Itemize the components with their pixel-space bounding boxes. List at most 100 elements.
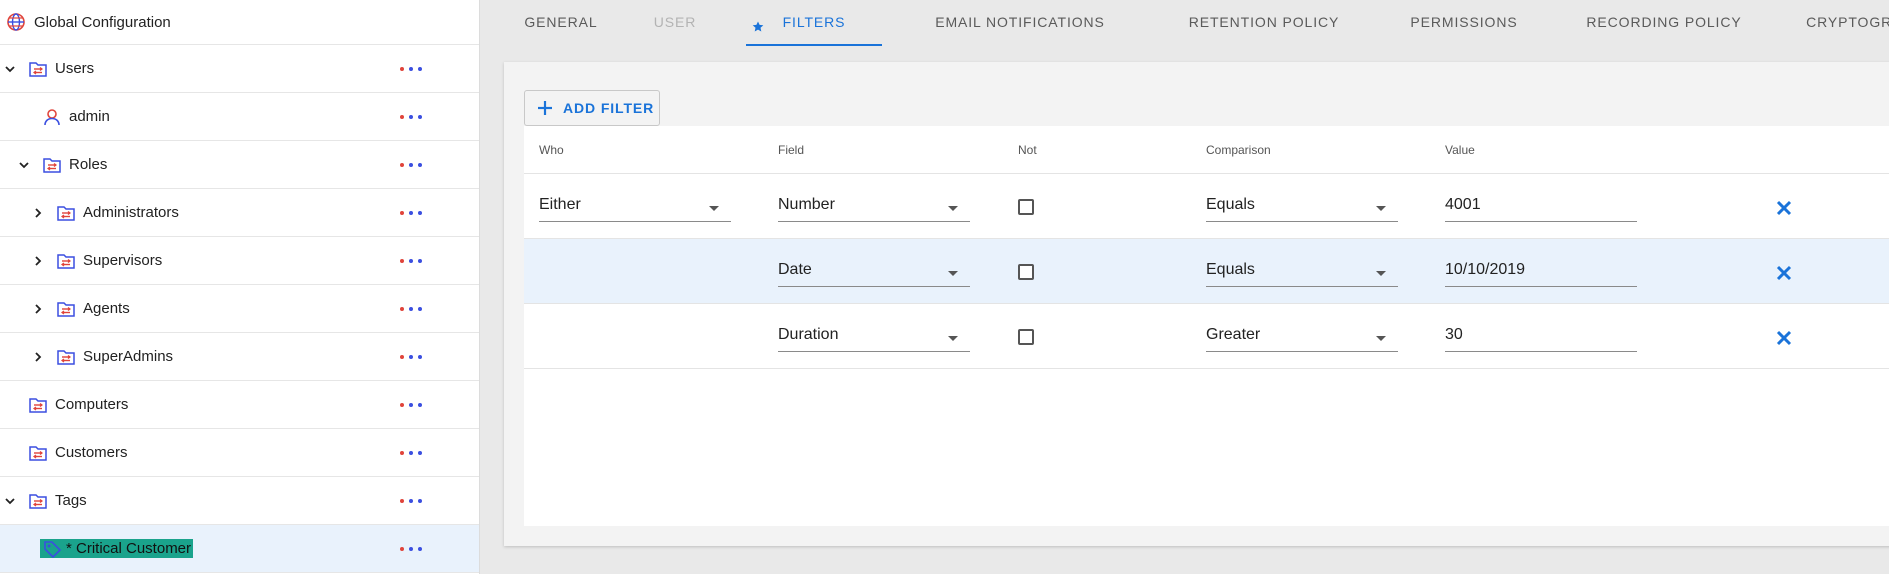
dropdown-caret-icon bbox=[1376, 336, 1386, 341]
not-checkbox[interactable] bbox=[1018, 329, 1034, 345]
more-options-icon[interactable] bbox=[400, 256, 422, 266]
filter-row: Either Number Equals 4001 bbox=[524, 174, 1889, 239]
chevron-right-icon[interactable] bbox=[31, 206, 45, 220]
chevron-down-icon[interactable] bbox=[3, 494, 17, 508]
select-value: Number bbox=[778, 196, 835, 213]
chevron-down-icon[interactable] bbox=[17, 158, 31, 172]
tree-node-label: admin bbox=[69, 108, 110, 125]
tab-filters[interactable]: FILTERS bbox=[746, 0, 882, 46]
select-value: Date bbox=[778, 261, 812, 278]
tab-general[interactable]: GENERAL bbox=[506, 0, 616, 46]
delete-filter-icon[interactable] bbox=[1776, 200, 1792, 216]
star-icon bbox=[752, 6, 764, 32]
chevron-right-icon[interactable] bbox=[31, 350, 45, 364]
dropdown-caret-icon bbox=[948, 336, 958, 341]
more-options-icon[interactable] bbox=[400, 496, 422, 506]
column-not: Not bbox=[1018, 143, 1037, 157]
tree-node[interactable]: SuperAdmins bbox=[0, 333, 479, 381]
field-select[interactable]: Duration bbox=[778, 322, 970, 352]
tree-node[interactable]: Users bbox=[0, 45, 479, 93]
add-filter-label: ADD FILTER bbox=[563, 100, 655, 116]
tree-node[interactable]: * Critical Customer bbox=[0, 525, 479, 573]
tab-retention-policy[interactable]: RETENTION POLICY bbox=[1158, 0, 1370, 46]
more-options-icon[interactable] bbox=[400, 64, 422, 74]
tab-recording-policy[interactable]: RECORDING POLICY bbox=[1554, 0, 1774, 46]
value-input[interactable]: 4001 bbox=[1445, 192, 1637, 222]
not-checkbox[interactable] bbox=[1018, 199, 1034, 215]
not-checkbox[interactable] bbox=[1018, 264, 1034, 280]
select-value: Equals bbox=[1206, 196, 1255, 213]
chevron-down-icon[interactable] bbox=[3, 62, 17, 76]
folder-icon bbox=[56, 203, 76, 223]
dropdown-caret-icon bbox=[1376, 271, 1386, 276]
tab-label: PERMISSIONS bbox=[1410, 14, 1518, 30]
tree-root-label: Global Configuration bbox=[34, 13, 171, 31]
select-value: Greater bbox=[1206, 326, 1261, 343]
comparison-select[interactable]: Equals bbox=[1206, 257, 1398, 287]
config-tree: Global Configuration Users admin Roles Admi… bbox=[0, 0, 480, 574]
user-icon bbox=[42, 107, 62, 127]
tab-user[interactable]: USER bbox=[620, 0, 730, 46]
tree-node[interactable]: Roles bbox=[0, 141, 479, 189]
tree-node-label: Computers bbox=[55, 396, 129, 413]
tree-node[interactable]: Customers bbox=[0, 429, 479, 477]
tree-node-label: Supervisors bbox=[83, 252, 163, 269]
dropdown-caret-icon bbox=[709, 206, 719, 211]
tree-node[interactable]: Computers bbox=[0, 381, 479, 429]
who-select[interactable]: Either bbox=[539, 192, 731, 222]
more-options-icon[interactable] bbox=[400, 208, 422, 218]
more-options-icon[interactable] bbox=[400, 544, 422, 554]
comparison-select[interactable]: Equals bbox=[1206, 192, 1398, 222]
folder-icon bbox=[56, 251, 76, 271]
folder-icon bbox=[28, 443, 48, 463]
tab-label: FILTERS bbox=[782, 14, 846, 30]
value-input[interactable]: 30 bbox=[1445, 322, 1637, 352]
more-options-icon[interactable] bbox=[400, 448, 422, 458]
tree-node[interactable]: Supervisors bbox=[0, 237, 479, 285]
filter-row: Duration Greater 30 bbox=[524, 304, 1889, 369]
dropdown-caret-icon bbox=[948, 271, 958, 276]
globe-icon bbox=[6, 12, 26, 32]
more-options-icon[interactable] bbox=[400, 304, 422, 314]
column-value: Value bbox=[1445, 143, 1475, 157]
tree-node-label: Roles bbox=[69, 156, 108, 173]
folder-icon bbox=[28, 491, 48, 511]
field-select[interactable]: Number bbox=[778, 192, 970, 222]
delete-filter-icon[interactable] bbox=[1776, 330, 1792, 346]
tab-cryptography[interactable]: CRYPTOGRAPHY bbox=[1780, 0, 1889, 46]
tree-node-label: Agents bbox=[83, 300, 130, 317]
more-options-icon[interactable] bbox=[400, 400, 422, 410]
more-options-icon[interactable] bbox=[400, 160, 422, 170]
comparison-select[interactable]: Greater bbox=[1206, 322, 1398, 352]
tab-email-notifications[interactable]: EMAIL NOTIFICATIONS bbox=[900, 0, 1140, 46]
tag-icon bbox=[42, 539, 62, 559]
value-input[interactable]: 10/10/2019 bbox=[1445, 257, 1637, 287]
tab-label: EMAIL NOTIFICATIONS bbox=[935, 14, 1105, 30]
select-value: Equals bbox=[1206, 261, 1255, 278]
tree-node-label: Administrators bbox=[83, 204, 179, 221]
column-comparison: Comparison bbox=[1206, 143, 1271, 157]
dropdown-caret-icon bbox=[1376, 206, 1386, 211]
column-field: Field bbox=[778, 143, 805, 157]
folder-icon bbox=[56, 299, 76, 319]
tree-root-global-configuration[interactable]: Global Configuration bbox=[0, 0, 479, 45]
input-value: 4001 bbox=[1445, 196, 1481, 213]
tree-node[interactable]: admin bbox=[0, 93, 479, 141]
tree-node[interactable]: Administrators bbox=[0, 189, 479, 237]
select-value: Either bbox=[539, 196, 581, 213]
delete-filter-icon[interactable] bbox=[1776, 265, 1792, 281]
more-options-icon[interactable] bbox=[400, 352, 422, 362]
more-options-icon[interactable] bbox=[400, 112, 422, 122]
tab-label: RECORDING POLICY bbox=[1586, 14, 1742, 30]
chevron-right-icon[interactable] bbox=[31, 302, 45, 316]
tree-node[interactable]: Agents bbox=[0, 285, 479, 333]
tab-label: GENERAL bbox=[524, 14, 598, 30]
column-who: Who bbox=[539, 143, 564, 157]
chevron-right-icon[interactable] bbox=[31, 254, 45, 268]
tab-permissions[interactable]: PERMISSIONS bbox=[1386, 0, 1542, 46]
add-filter-button[interactable]: ADD FILTER bbox=[524, 90, 660, 126]
filters-table: Who Field Not Comparison Value Either Num… bbox=[524, 126, 1889, 526]
folder-icon bbox=[28, 59, 48, 79]
tree-node[interactable]: Tags bbox=[0, 477, 479, 525]
field-select[interactable]: Date bbox=[778, 257, 970, 287]
